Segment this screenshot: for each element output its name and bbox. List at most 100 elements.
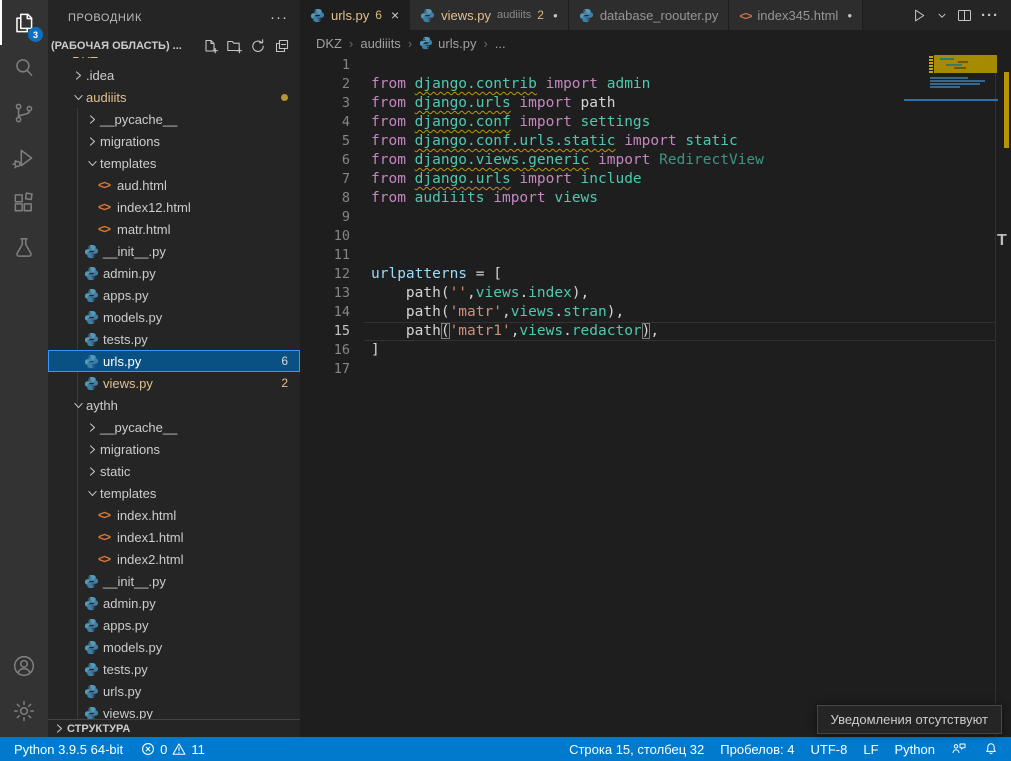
activity-search-button[interactable] [0, 45, 48, 90]
tree-file-views-py[interactable]: views.py2 [48, 372, 300, 394]
tree-folder-audiiits[interactable]: audiiits [48, 86, 300, 108]
tree-file-urls-py[interactable]: urls.py6 [48, 350, 300, 372]
tree-file--init-py[interactable]: __init__.py [48, 570, 300, 592]
python-file-icon [84, 640, 103, 655]
status-python-interpreter[interactable]: Python 3.9.5 64-bit [14, 742, 123, 757]
code-text: from django.views.generic import Redirec… [371, 151, 764, 170]
status-language-mode[interactable]: Python [895, 742, 935, 757]
status-notifications[interactable] [983, 741, 999, 757]
run-dropdown[interactable] [934, 5, 950, 26]
tab-views-py[interactable]: views.pyaudiiits2● [410, 0, 569, 30]
tree-file-aud-html[interactable]: <>aud.html [48, 174, 300, 196]
overview-ruler-warning-marks [1004, 72, 1009, 148]
tree-folder-templates[interactable]: templates [48, 152, 300, 174]
status-eol[interactable]: LF [863, 742, 878, 757]
breadcrumb-item[interactable]: ... [495, 36, 506, 51]
tree-folder-templates[interactable]: templates [48, 482, 300, 504]
tree-item-label: __init__.py [103, 244, 166, 259]
tree-item-label: __pycache__ [100, 420, 177, 435]
tree-item-label: __init__.py [103, 574, 166, 589]
breadcrumb[interactable]: DKZ›audiiits›urls.py›... [300, 30, 1011, 56]
explorer-more-icon[interactable]: ··· [270, 9, 288, 26]
tab-urls-py[interactable]: urls.py6× [300, 0, 410, 30]
tree-file-index12-html[interactable]: <>index12.html [48, 196, 300, 218]
tree-file-views-py[interactable]: views.py [48, 702, 300, 720]
split-editor-button[interactable] [954, 5, 975, 26]
tab-database-roouter-py[interactable]: database_roouter.py [569, 0, 730, 30]
tree-folder--idea[interactable]: .idea [48, 64, 300, 86]
tree-folder-static[interactable]: static [48, 460, 300, 482]
activity-run-debug-button[interactable] [0, 135, 48, 180]
status-problems[interactable]: 011 [141, 742, 205, 757]
refresh-icon[interactable] [250, 38, 267, 55]
run-button[interactable] [909, 5, 930, 26]
activity-settings-button[interactable] [0, 688, 48, 733]
collapse-all-icon[interactable] [274, 38, 291, 55]
html-file-icon: <> [98, 508, 117, 522]
tree-file-admin-py[interactable]: admin.py [48, 592, 300, 614]
tree-file-index-html[interactable]: <>index.html [48, 504, 300, 526]
tree-file-index1-html[interactable]: <>index1.html [48, 526, 300, 548]
breadcrumb-item[interactable]: DKZ [316, 36, 342, 51]
close-icon[interactable]: × [391, 7, 399, 23]
breadcrumb-item[interactable]: urls.py [419, 36, 476, 51]
tree-item-meta: 6 [281, 354, 300, 368]
new-folder-icon[interactable] [226, 38, 243, 55]
activity-account-button[interactable] [0, 643, 48, 688]
code-line[interactable]: 15 path('matr1',views.redactor), [300, 322, 1011, 341]
code-text: from django.conf import settings [371, 113, 650, 132]
code-line[interactable]: 17 [300, 360, 1011, 379]
status-indentation[interactable]: Пробелов: 4 [720, 742, 794, 757]
tree-file-matr-html[interactable]: <>matr.html [48, 218, 300, 240]
tree-folder-aythh[interactable]: aythh [48, 394, 300, 416]
code-line[interactable]: 13 path('',views.index), [300, 284, 1011, 303]
tree-folder--pycache-[interactable]: __pycache__ [48, 416, 300, 438]
tree-file-apps-py[interactable]: apps.py [48, 614, 300, 636]
line-number: 7 [300, 170, 371, 189]
html-file-icon: <> [98, 222, 117, 236]
tree-folder--pycache-[interactable]: __pycache__ [48, 108, 300, 130]
new-file-icon[interactable] [202, 38, 219, 55]
tree-file-models-py[interactable]: models.py [48, 306, 300, 328]
editor-more-button[interactable]: ··· [979, 5, 1001, 26]
line-number: 11 [300, 246, 371, 265]
tree-file-tests-py[interactable]: tests.py [48, 658, 300, 680]
editor-scrollbar[interactable] [995, 56, 996, 737]
minimap[interactable] [904, 56, 1004, 256]
code-line[interactable]: 12urlpatterns = [ [300, 265, 1011, 284]
tree-item-label: .idea [86, 68, 114, 83]
tree-folder-migrations[interactable]: migrations [48, 438, 300, 460]
tree-file--init-py[interactable]: __init__.py [48, 240, 300, 262]
dirty-dot-icon[interactable]: ● [553, 11, 558, 20]
tree-file-models-py[interactable]: models.py [48, 636, 300, 658]
activity-bar: 3 [0, 0, 48, 737]
outline-section-header[interactable]: СТРУКТУРА [48, 719, 300, 737]
tree-file-admin-py[interactable]: admin.py [48, 262, 300, 284]
activity-explorer-button[interactable]: 3 [0, 0, 48, 45]
tab-index345-html[interactable]: <>index345.html● [729, 0, 863, 30]
activity-source-control-button[interactable] [0, 90, 48, 135]
tree-folder-DKZ[interactable]: DKZ [48, 57, 300, 64]
code-line[interactable]: 14 path('matr',views.stran), [300, 303, 1011, 322]
breadcrumb-item[interactable]: audiiits [360, 36, 400, 51]
error-count: 0 [160, 742, 167, 757]
python-file-icon [84, 376, 103, 391]
tree-item-label: aud.html [117, 178, 167, 193]
workspace-section-header[interactable]: (РАБОЧАЯ ОБЛАСТЬ) ... [48, 35, 300, 57]
activity-testing-button[interactable] [0, 225, 48, 270]
code-editor[interactable]: 12from django.contrib import admin3from … [300, 56, 1011, 737]
workspace-section-label: (РАБОЧАЯ ОБЛАСТЬ) ... [51, 40, 182, 52]
code-line[interactable]: 16] [300, 341, 1011, 360]
status-encoding[interactable]: UTF-8 [811, 742, 848, 757]
tree-file-index2-html[interactable]: <>index2.html [48, 548, 300, 570]
tree-file-tests-py[interactable]: tests.py [48, 328, 300, 350]
tree-file-urls-py[interactable]: urls.py [48, 680, 300, 702]
tree-folder-migrations[interactable]: migrations [48, 130, 300, 152]
status-feedback[interactable] [951, 741, 967, 757]
tab-description: audiiits [497, 9, 531, 21]
activity-extensions-button[interactable] [0, 180, 48, 225]
tree-file-apps-py[interactable]: apps.py [48, 284, 300, 306]
status-cursor-position[interactable]: Строка 15, столбец 32 [569, 742, 704, 757]
status-bar: Python 3.9.5 64-bit 011 Строка 15, столбе… [0, 737, 1011, 761]
dirty-dot-icon[interactable]: ● [847, 11, 852, 20]
